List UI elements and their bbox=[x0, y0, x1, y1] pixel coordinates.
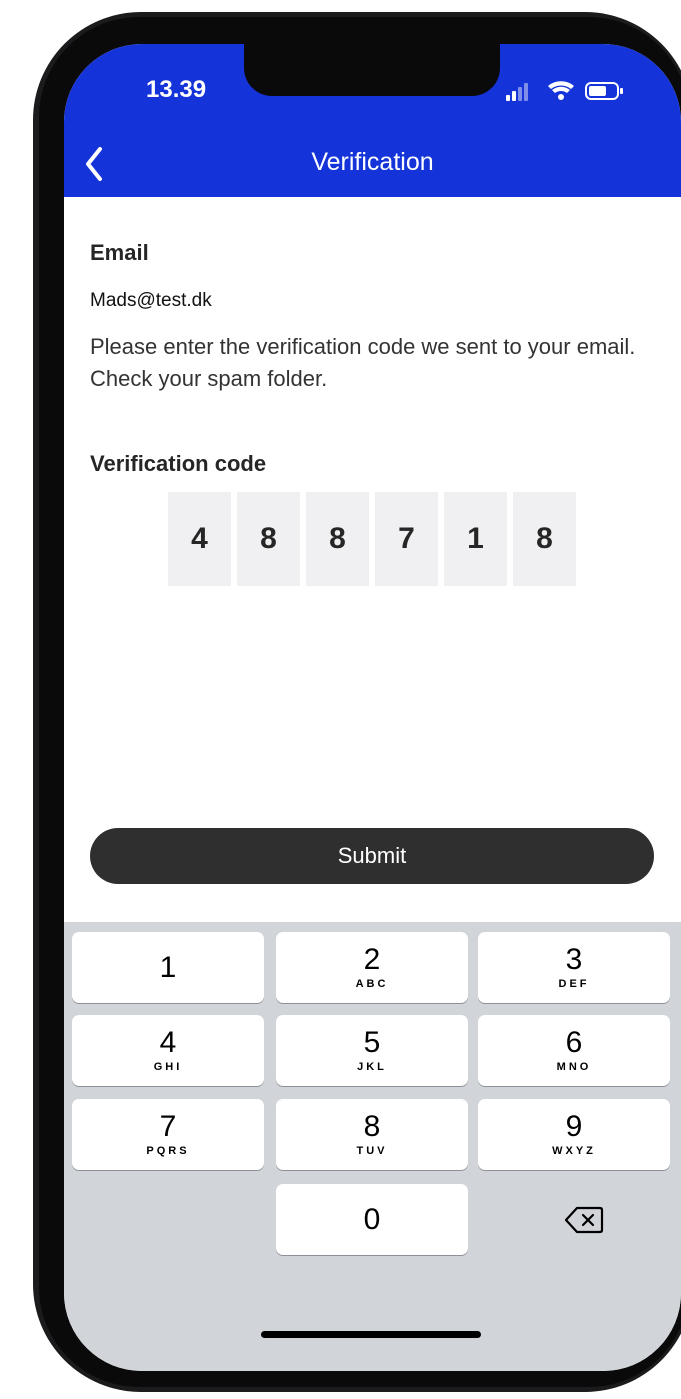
home-indicator bbox=[261, 1331, 481, 1338]
code-digit-box[interactable]: 4 bbox=[168, 492, 231, 586]
key-1[interactable]: 1 bbox=[72, 932, 264, 1003]
key-0[interactable]: 0 bbox=[276, 1184, 468, 1255]
key-digit: 2 bbox=[363, 942, 381, 976]
email-value: Mads@test.dk bbox=[90, 290, 212, 311]
delete-key[interactable] bbox=[488, 1184, 680, 1255]
code-digit-box[interactable]: 8 bbox=[237, 492, 300, 586]
status-time: 13.39 bbox=[146, 76, 207, 103]
key-8[interactable]: 8 TUV bbox=[276, 1099, 468, 1170]
header-bar: 13.39 Verification bbox=[64, 44, 681, 197]
submit-button[interactable]: Submit bbox=[90, 828, 654, 884]
key-3[interactable]: 3 DEF bbox=[478, 932, 670, 1003]
key-digit: 6 bbox=[565, 1025, 583, 1059]
email-label: Email bbox=[90, 240, 149, 265]
key-digit: 4 bbox=[159, 1025, 177, 1059]
key-digit: 0 bbox=[363, 1202, 381, 1236]
key-letters: JKL bbox=[357, 1060, 387, 1073]
code-digit-box[interactable]: 7 bbox=[375, 492, 438, 586]
key-digit: 8 bbox=[363, 1109, 381, 1143]
status-icons bbox=[506, 78, 636, 104]
battery-icon bbox=[585, 82, 623, 100]
key-digit: 7 bbox=[159, 1109, 177, 1143]
notch bbox=[244, 44, 500, 96]
key-letters: TUV bbox=[356, 1144, 388, 1157]
key-letters: PQRS bbox=[146, 1144, 190, 1157]
code-digit-box[interactable]: 8 bbox=[513, 492, 576, 586]
key-2[interactable]: 2 ABC bbox=[276, 932, 468, 1003]
backspace-icon bbox=[564, 1206, 604, 1233]
key-5[interactable]: 5 JKL bbox=[276, 1015, 468, 1086]
key-digit: 9 bbox=[565, 1109, 583, 1143]
page-title: Verification bbox=[311, 148, 434, 176]
numeric-keypad: 1 2 ABC 3 DEF 4 GHI 5 JKL 6 MNO 7 PQRS 8… bbox=[64, 922, 681, 1371]
screen: 13.39 Verification Email Mads@test.dk Pl… bbox=[64, 44, 681, 1371]
key-digit: 5 bbox=[363, 1025, 381, 1059]
key-letters: MNO bbox=[556, 1060, 592, 1073]
cellular-signal-icon bbox=[506, 83, 528, 101]
key-letters: DEF bbox=[558, 977, 590, 990]
key-digit: 3 bbox=[565, 942, 583, 976]
key-letters: GHI bbox=[153, 1060, 183, 1073]
key-7[interactable]: 7 PQRS bbox=[72, 1099, 264, 1170]
verification-code-label: Verification code bbox=[90, 451, 267, 476]
verification-code-input[interactable]: 4 8 8 7 1 8 bbox=[168, 492, 578, 586]
key-9[interactable]: 9 WXYZ bbox=[478, 1099, 670, 1170]
key-4[interactable]: 4 GHI bbox=[72, 1015, 264, 1086]
instruction-text: Please enter the verification code we se… bbox=[90, 334, 636, 391]
key-digit: 1 bbox=[159, 950, 177, 984]
code-digit-box[interactable]: 1 bbox=[444, 492, 507, 586]
code-digit-box[interactable]: 8 bbox=[306, 492, 369, 586]
key-letters: ABC bbox=[355, 977, 389, 990]
key-6[interactable]: 6 MNO bbox=[478, 1015, 670, 1086]
wifi-icon bbox=[548, 81, 574, 100]
key-letters: WXYZ bbox=[552, 1144, 596, 1157]
